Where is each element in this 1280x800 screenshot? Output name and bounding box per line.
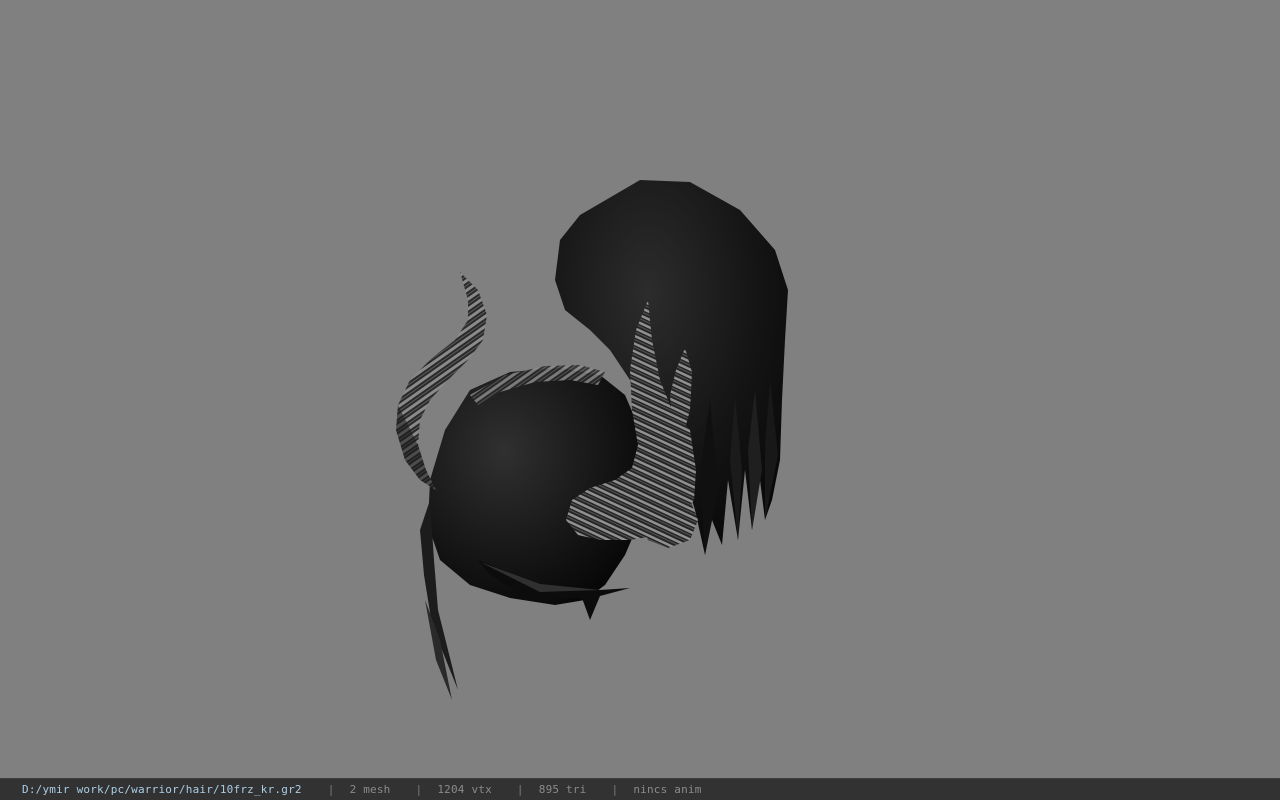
3d-viewport[interactable] (0, 0, 1280, 778)
separator: | (327, 783, 335, 796)
separator: | (415, 783, 423, 796)
status-bar: D:/ymir work/pc/warrior/hair/10frz_kr.gr… (0, 778, 1280, 800)
separator: | (516, 783, 524, 796)
animation-status: nincs anim (633, 783, 702, 796)
triangle-count: 895 tri (538, 783, 587, 796)
mesh-count: 2 mesh (349, 783, 391, 796)
separator: | (611, 783, 619, 796)
model-render[interactable] (0, 0, 1280, 778)
vertex-count: 1204 vtx (437, 783, 492, 796)
file-path: D:/ymir work/pc/warrior/hair/10frz_kr.gr… (22, 783, 302, 796)
